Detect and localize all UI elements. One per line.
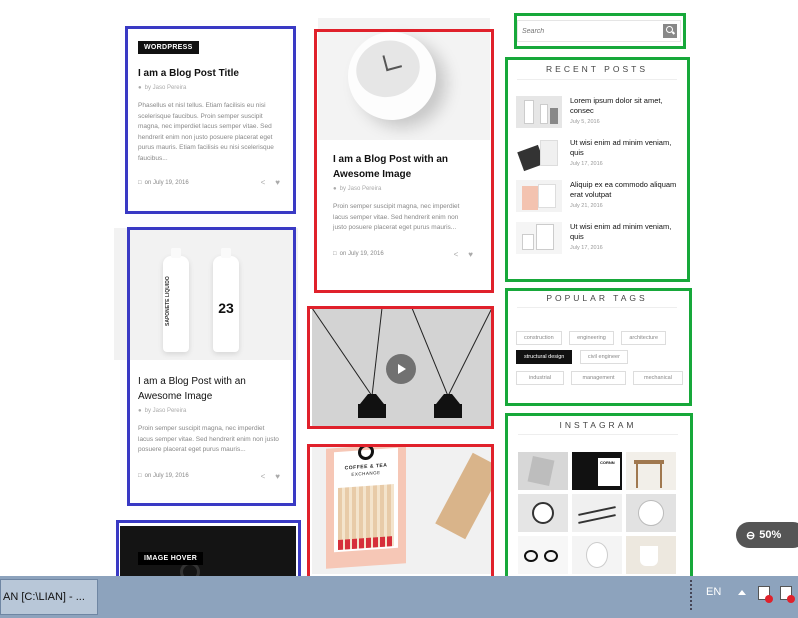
highlight-box-green [514,13,686,49]
network-icon[interactable] [758,586,773,603]
highlight-box-red [307,306,494,429]
chevron-up-icon[interactable] [738,590,746,595]
highlight-box-green [505,57,690,282]
highlight-box-blue [127,227,296,506]
highlight-box-red [314,29,494,293]
taskbar-separator [690,580,696,610]
zoom-out-icon: ⊖ [746,529,756,542]
zoom-level: 50% [759,529,782,541]
highlight-box-green [505,413,693,599]
taskbar-window-button[interactable]: AN [C:\LIAN] - ... [0,579,98,615]
zoom-indicator[interactable]: ⊖ 50% [736,522,798,548]
language-indicator[interactable]: EN [706,586,721,598]
volume-icon[interactable] [780,586,795,603]
taskbar: AN [C:\LIAN] - ... EN [0,576,798,618]
highlight-box-blue [125,26,296,214]
highlight-box-green [505,288,692,406]
